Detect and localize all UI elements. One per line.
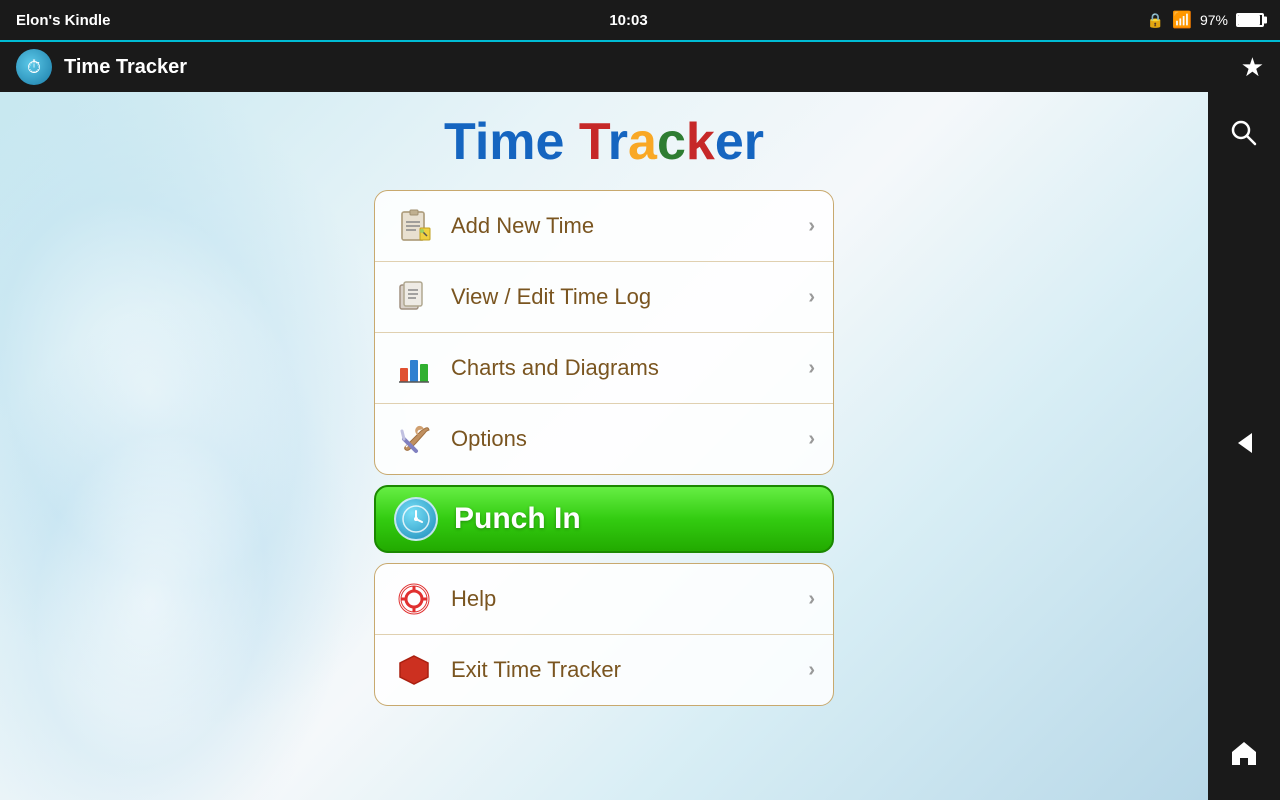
- home-icon: [1230, 739, 1258, 774]
- lock-icon: 🔒: [1147, 12, 1164, 29]
- search-button[interactable]: [1220, 112, 1268, 160]
- charts-diagrams-label: Charts and Diagrams: [451, 355, 808, 381]
- device-name: Elon's Kindle: [16, 12, 110, 29]
- status-right: 🔒 📶 97%: [1147, 10, 1264, 30]
- list-icon: [393, 276, 435, 318]
- view-edit-arrow: ›: [808, 286, 815, 309]
- right-sidebar: [1208, 92, 1280, 800]
- title-bar: ⏱ Time Tracker ★: [0, 40, 1280, 92]
- add-new-time-arrow: ›: [808, 215, 815, 238]
- battery-fill: [1238, 15, 1260, 25]
- exit-label: Exit Time Tracker: [451, 657, 808, 683]
- menu-container: Add New Time › View / Edit Ti: [374, 190, 834, 716]
- menu-item-view-edit-time-log[interactable]: View / Edit Time Log ›: [375, 262, 833, 333]
- status-bar: Elon's Kindle 10:03 🔒 📶 97%: [0, 0, 1280, 40]
- battery-percent: 97%: [1200, 12, 1228, 28]
- heading-c: c: [657, 113, 686, 171]
- heading-er: er: [715, 113, 764, 171]
- search-icon: [1230, 119, 1258, 154]
- app-heading: Time Tracker: [444, 112, 764, 172]
- back-button[interactable]: [1220, 422, 1268, 470]
- wifi-icon: 📶: [1172, 10, 1192, 30]
- options-arrow: ›: [808, 428, 815, 451]
- add-new-time-label: Add New Time: [451, 213, 808, 239]
- menu-item-help[interactable]: Help ›: [375, 564, 833, 635]
- heading-r: r: [608, 113, 628, 171]
- stop-icon: [393, 649, 435, 691]
- heading-time: Time: [444, 113, 579, 171]
- menu-card-secondary: Help › Exit Time Tracker ›: [374, 563, 834, 706]
- time-display: 10:03: [609, 12, 647, 29]
- menu-item-options[interactable]: Options ›: [375, 404, 833, 474]
- menu-item-exit[interactable]: Exit Time Tracker ›: [375, 635, 833, 705]
- menu-item-charts-diagrams[interactable]: Charts and Diagrams ›: [375, 333, 833, 404]
- menu-card-main: Add New Time › View / Edit Ti: [374, 190, 834, 475]
- help-label: Help: [451, 586, 808, 612]
- home-button[interactable]: [1220, 732, 1268, 780]
- options-label: Options: [451, 426, 808, 452]
- punch-in-clock-icon: [394, 497, 438, 541]
- main-layout: Time Tracker: [0, 92, 1280, 800]
- notepad-icon: [393, 205, 435, 247]
- heading-t: T: [579, 113, 608, 171]
- help-arrow: ›: [808, 588, 815, 611]
- view-edit-time-log-label: View / Edit Time Log: [451, 284, 808, 310]
- app-title: Time Tracker: [64, 56, 187, 79]
- lifebuoy-icon: [393, 578, 435, 620]
- charts-arrow: ›: [808, 357, 815, 380]
- heading-a: a: [628, 113, 657, 171]
- app-logo: ⏱: [16, 49, 52, 85]
- back-icon: [1230, 429, 1258, 464]
- content-area: Time Tracker: [0, 92, 1208, 800]
- favorite-star-icon[interactable]: ★: [1241, 52, 1264, 83]
- chart-icon: [393, 347, 435, 389]
- punch-in-button[interactable]: Punch In: [374, 485, 834, 553]
- heading-k: k: [686, 113, 715, 171]
- punch-in-label: Punch In: [454, 502, 581, 536]
- exit-arrow: ›: [808, 659, 815, 682]
- battery-icon: [1236, 13, 1264, 27]
- menu-item-add-new-time[interactable]: Add New Time ›: [375, 191, 833, 262]
- wrench-icon: [393, 418, 435, 460]
